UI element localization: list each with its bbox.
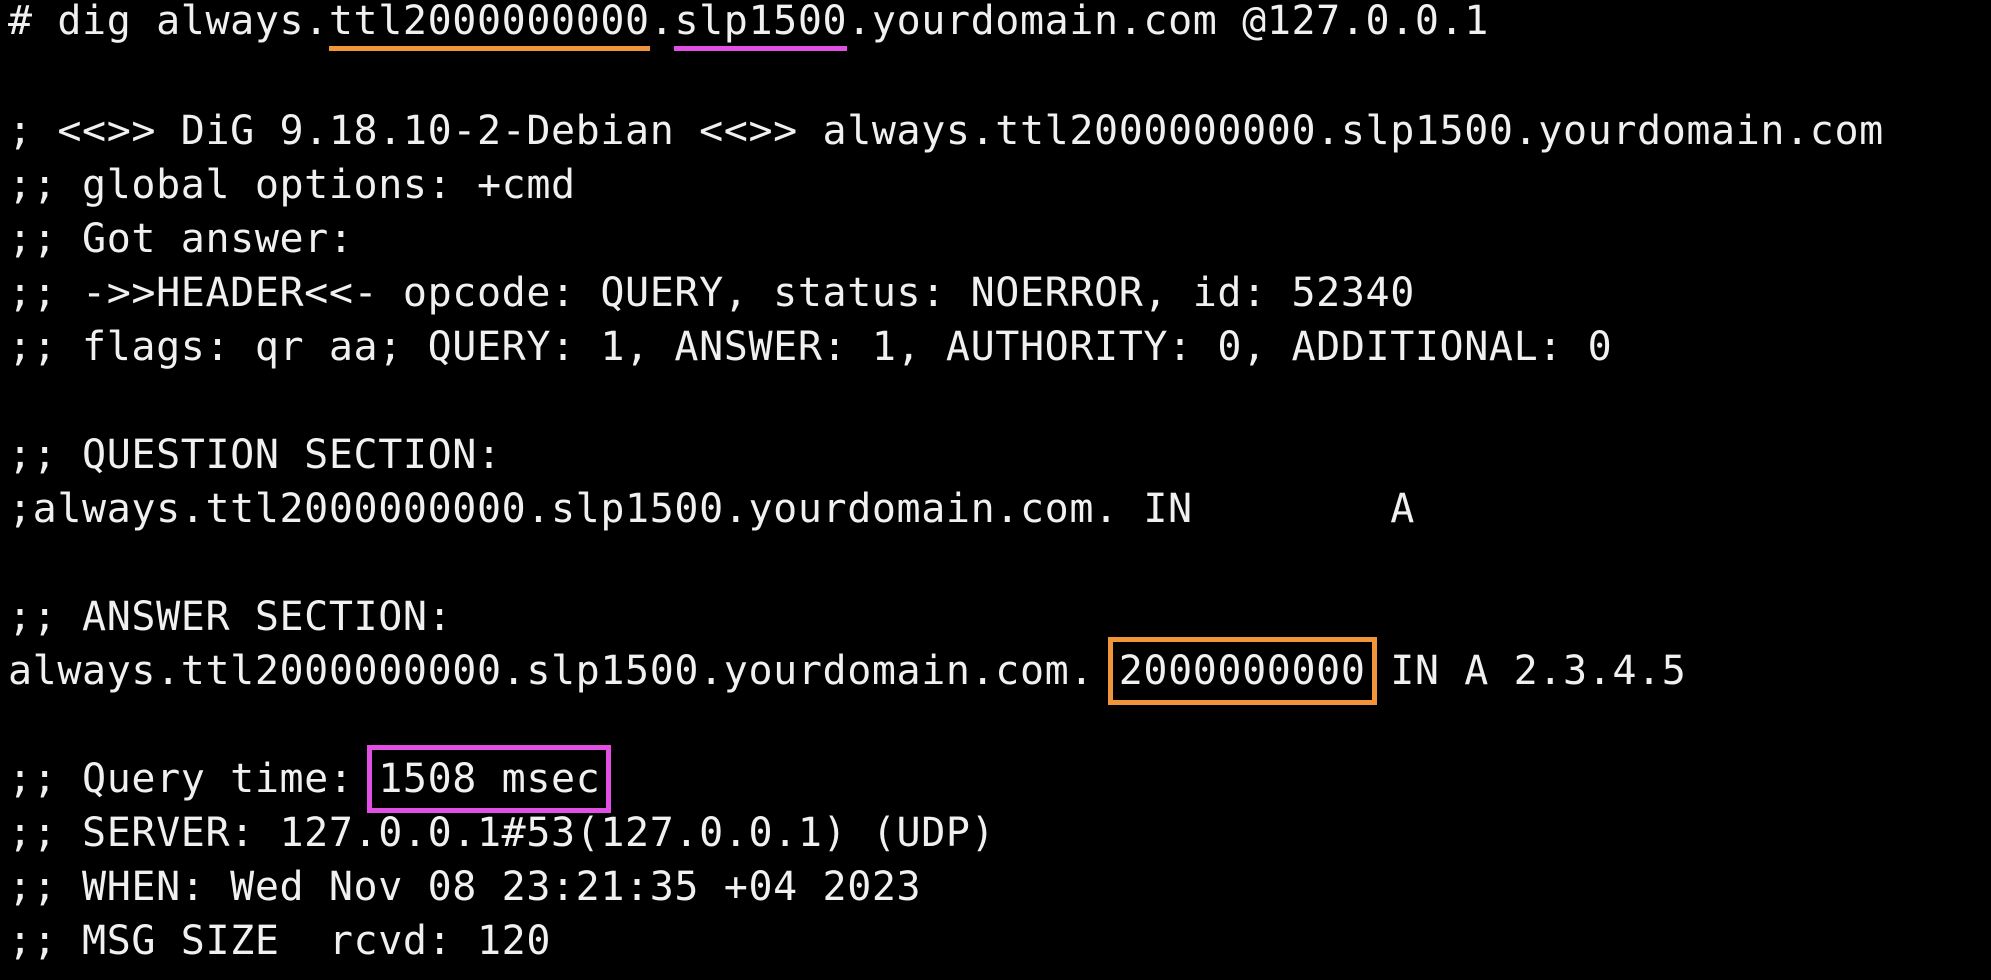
answer-section-title: ;; ANSWER SECTION: <box>8 594 453 640</box>
query-time-line: ;; Query time: 1508 msec <box>8 745 612 813</box>
terminal-window[interactable]: # dig always.ttl2000000000.slp1500.yourd… <box>0 0 1991 980</box>
query-time-label: ;; Query time: <box>8 756 379 802</box>
command-prompt: # dig always. <box>8 0 329 44</box>
msg-size-line: ;; MSG SIZE rcvd: 120 <box>8 918 552 964</box>
slp-highlight: slp1500 <box>674 0 848 51</box>
question-section-title: ;; QUESTION SECTION: <box>8 432 502 478</box>
answer-rest: IN A 2.3.4.5 <box>1390 648 1687 694</box>
answer-name: always.ttl2000000000.slp1500.yourdomain.… <box>8 648 1095 694</box>
global-options: ;; global options: +cmd <box>8 162 576 208</box>
header-line: ;; ->>HEADER<<- opcode: QUERY, status: N… <box>8 270 1415 316</box>
got-answer: ;; Got answer: <box>8 216 354 262</box>
server-line: ;; SERVER: 127.0.0.1#53(127.0.0.1) (UDP) <box>8 810 996 856</box>
when-line: ;; WHEN: Wed Nov 08 23:21:35 +04 2023 <box>8 864 922 910</box>
query-time-box: 1508 msec <box>367 745 612 813</box>
flags-line: ;; flags: qr aa; QUERY: 1, ANSWER: 1, AU… <box>8 324 1613 370</box>
answer-record: always.ttl2000000000.slp1500.yourdomain.… <box>8 637 1687 705</box>
dig-banner: ; <<>> DiG 9.18.10-2-Debian <<>> always.… <box>8 108 1884 154</box>
ttl-box: 2000000000 <box>1107 637 1377 705</box>
command-rest: .yourdomain.com @127.0.0.1 <box>847 0 1489 44</box>
question-record: ;always.ttl2000000000.slp1500.yourdomain… <box>8 486 1415 532</box>
command-dot: . <box>649 0 675 44</box>
ttl-highlight: ttl2000000000 <box>328 0 650 51</box>
command-line: # dig always.ttl2000000000.slp1500.yourd… <box>8 0 1489 51</box>
